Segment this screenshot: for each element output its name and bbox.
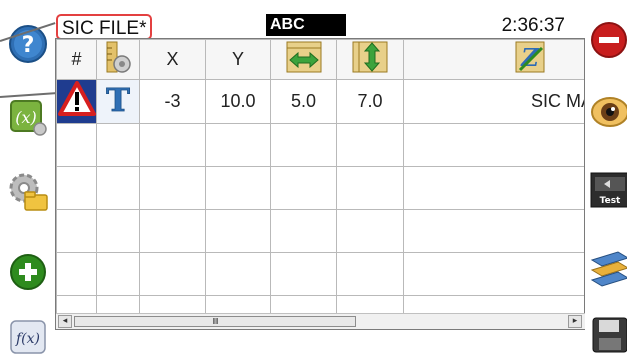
test-icon: Test [590,172,627,208]
scroll-right-button[interactable]: ▸ [568,315,582,328]
mode-badge: ABC [266,14,346,36]
svg-text:f(x): f(x) [15,331,40,347]
svg-text:T: T [106,81,130,118]
table-row[interactable] [56,123,584,167]
cell-height: 7.0 [336,79,404,124]
right-toolbar: Test [585,0,627,353]
column-header-height[interactable] [336,39,404,80]
preview-button[interactable] [585,90,627,134]
warning-icon [57,81,96,116]
left-toolbar: ? (x) f(x) [0,0,56,354]
svg-text:(x): (x) [15,108,37,127]
function-button[interactable]: f(x) [6,315,50,359]
cell-text: SIC MARKING [403,79,584,124]
height-arrows-icon [352,41,388,73]
cell-y: 10.0 [205,79,271,124]
row-status-cell [56,79,97,124]
table-row[interactable] [56,209,584,253]
text-style-icon: Z [515,41,545,73]
element-table: # X Y Z T -3 10.0 5.0 7.0 SIC M [56,39,584,329]
column-header-text[interactable]: Z [403,39,584,80]
table-header-row: # X Y Z [56,39,584,80]
function-icon: f(x) [10,320,46,354]
variable-icon: (x) [10,100,47,136]
svg-text:Test: Test [600,196,621,206]
stop-button[interactable] [585,18,627,62]
stop-icon [591,22,627,58]
cell-text-value: SIC MARKING [530,91,584,111]
table-row[interactable]: T -3 10.0 5.0 7.0 SIC MARKING [56,79,584,124]
clock: 2:36:37 [501,15,565,36]
svg-text:?: ? [22,33,35,58]
horizontal-scrollbar[interactable]: ◂ IIII ▸ [56,313,585,329]
layers-button[interactable] [587,246,627,290]
variables-button[interactable]: (x) [6,95,50,139]
column-header-font[interactable] [96,39,140,80]
table-row[interactable] [56,166,584,210]
scroll-thumb[interactable]: IIII [74,316,356,327]
width-arrows-icon [286,41,321,73]
save-button[interactable] [587,312,627,356]
settings-folder-button[interactable] [6,170,50,214]
cell-width: 5.0 [270,79,337,124]
column-header-index[interactable]: # [56,39,97,80]
cell-x: -3 [139,79,206,124]
test-button[interactable]: Test [587,168,627,212]
add-icon [10,254,46,290]
table-row[interactable] [56,252,584,296]
add-button[interactable] [6,250,50,294]
element-grid[interactable]: # X Y Z T -3 10.0 5.0 7.0 SIC M [55,38,585,330]
text-type-icon: T [106,81,131,120]
save-icon [592,317,627,353]
help-button[interactable]: ? [6,22,50,66]
scroll-left-button[interactable]: ◂ [58,315,72,328]
row-type-cell: T [96,79,140,124]
title-bar: SIC FILE* ABC 2:36:37 [56,12,585,40]
settings-folder-icon [9,173,48,211]
column-header-y[interactable]: Y [205,39,271,80]
column-header-width[interactable] [270,39,337,80]
preview-eye-icon [591,97,627,127]
layers-icon [590,251,627,287]
font-ruler-icon [106,41,131,73]
column-header-x[interactable]: X [139,39,206,80]
file-title: SIC FILE* [56,14,153,40]
